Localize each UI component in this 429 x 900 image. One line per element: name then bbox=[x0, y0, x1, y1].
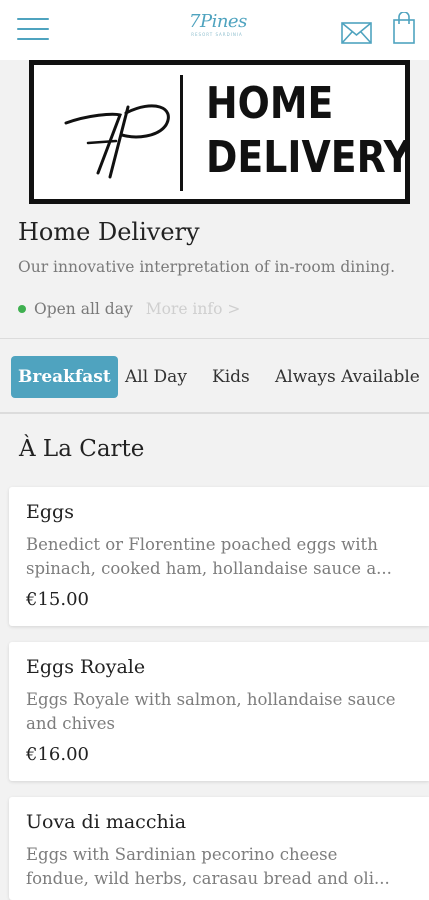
menu-item-price: €16.00 bbox=[26, 744, 89, 765]
tab-all-day[interactable]: All Day bbox=[125, 356, 187, 398]
menu-item-description: Eggs Royale with salmon, hollandaise sau… bbox=[26, 688, 412, 736]
menu-icon[interactable] bbox=[17, 17, 49, 41]
mail-icon[interactable] bbox=[341, 22, 372, 44]
menu-tabs: Breakfast All Day Kids Always Available bbox=[0, 338, 429, 414]
menu-item-card[interactable]: Eggs Benedict or Florentine poached eggs… bbox=[9, 487, 429, 626]
menu-item-description-line: Benedict or Florentine poached eggs with bbox=[26, 535, 378, 554]
brand-logo-text: 7Pines bbox=[189, 11, 247, 32]
tab-breakfast[interactable]: Breakfast bbox=[11, 356, 118, 398]
menu-item-description-line: and chives bbox=[26, 714, 115, 733]
banner-title: HOME DELIVERY bbox=[206, 77, 410, 185]
opening-status: Open all day More info > bbox=[18, 298, 240, 320]
menu-item-name: Eggs bbox=[26, 501, 74, 523]
venue-banner: HOME DELIVERY bbox=[29, 60, 410, 204]
tab-always-available[interactable]: Always Available bbox=[275, 356, 420, 398]
brand-logo[interactable]: 7Pines RESORT SARDINIA bbox=[189, 11, 247, 46]
banner-divider bbox=[180, 75, 183, 191]
status-dot-icon bbox=[18, 305, 26, 313]
section-title: À La Carte bbox=[19, 436, 145, 462]
menu-item-name: Uova di macchia bbox=[26, 811, 187, 833]
menu-item-description: Eggs with Sardinian pecorino cheese fond… bbox=[26, 843, 412, 891]
menu-item-name: Eggs Royale bbox=[26, 656, 146, 678]
menu-item-description-line: Eggs with Sardinian pecorino cheese bbox=[26, 845, 338, 864]
menu-item-description-line: spinach, cooked ham, hollandaise sauce a… bbox=[26, 559, 392, 578]
brand-logo-tagline: RESORT SARDINIA bbox=[191, 32, 243, 37]
more-info-link[interactable]: More info > bbox=[146, 300, 241, 318]
venue-name: Home Delivery bbox=[18, 218, 200, 246]
shopping-bag-icon[interactable] bbox=[393, 12, 415, 44]
status-text: Open all day bbox=[34, 300, 133, 318]
menu-item-price: €15.00 bbox=[26, 589, 89, 610]
monogram-logo bbox=[64, 104, 170, 179]
venue-description: Our innovative interpretation of in-room… bbox=[18, 258, 395, 276]
menu-item-description: Benedict or Florentine poached eggs with… bbox=[26, 533, 412, 581]
menu-item-description-line: fondue, wild herbs, carasau bread and ol… bbox=[26, 869, 390, 888]
banner-title-line2: DELIVERY bbox=[206, 132, 410, 183]
menu-item-description-line: Eggs Royale with salmon, hollandaise sau… bbox=[26, 690, 396, 709]
tab-kids[interactable]: Kids bbox=[212, 356, 250, 398]
banner-title-line1: HOME bbox=[206, 78, 334, 129]
menu-item-card[interactable]: Uova di macchia Eggs with Sardinian peco… bbox=[9, 797, 429, 900]
top-bar: 7Pines RESORT SARDINIA bbox=[0, 0, 429, 60]
menu-item-card[interactable]: Eggs Royale Eggs Royale with salmon, hol… bbox=[9, 642, 429, 781]
